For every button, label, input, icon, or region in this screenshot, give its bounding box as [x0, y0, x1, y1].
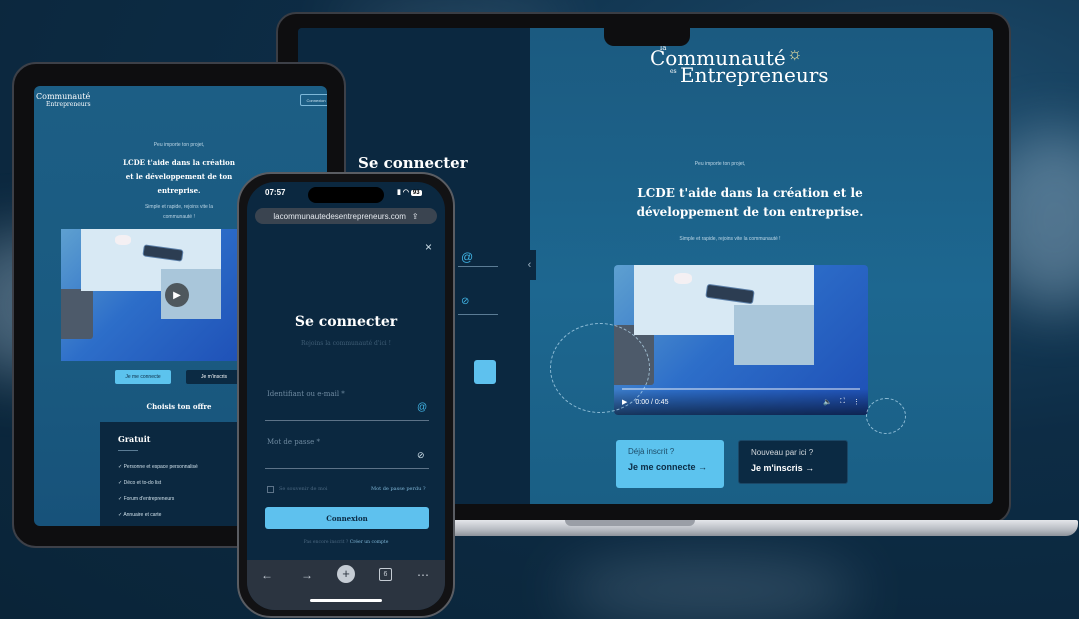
- promo-video[interactable]: ▶ 0:00 / 0:45 🔈 ⛶ ⋮: [614, 265, 868, 415]
- plan-divider: [118, 450, 138, 451]
- tablet-login-button[interactable]: Je me connecte: [115, 370, 171, 384]
- status-icons: ▮ ◠ 93: [397, 188, 422, 196]
- remember-label: Se souvenir de moi: [279, 486, 328, 492]
- logo-es: es: [670, 68, 677, 75]
- dynamic-island: [308, 187, 384, 203]
- video-laptop-shape: [61, 289, 93, 339]
- plan-feature: ✓ Personne et espace personnalisé: [118, 464, 198, 470]
- laptop-notch: [604, 28, 690, 46]
- lightbulb-sun-icon: ☼: [787, 44, 803, 63]
- more-options-icon[interactable]: ⋮: [853, 398, 860, 406]
- tablet-promo-video[interactable]: ▶: [61, 229, 251, 361]
- chevron-left-icon: ‹: [527, 259, 532, 271]
- phone-login-subtitle: Rejoins la communauté d'ici !: [300, 340, 392, 347]
- plan-feature: ✓ Forum d'entrepreneurs: [118, 496, 175, 502]
- video-time: 0:00 / 0:45: [635, 398, 669, 406]
- tablet-subline-1: Simple et rapide, rejoins vite la: [144, 204, 214, 210]
- login-title: Se connecter: [358, 154, 468, 172]
- video-desk-side-shape: [734, 305, 814, 365]
- hero-tagline: Peu importe ton projet,: [694, 161, 746, 167]
- password-label: Mot de passe *: [267, 438, 320, 446]
- background-cloud: [560, 560, 860, 619]
- plan-feature-text: Annuaire et carte: [123, 512, 162, 518]
- laptop-groove: [565, 520, 695, 526]
- collapse-panel-button[interactable]: ‹: [523, 250, 536, 280]
- fullscreen-icon[interactable]: ⛶: [840, 398, 845, 406]
- address-bar[interactable]: lacommunautedesentrepreneurs.com ⇪: [255, 208, 437, 224]
- share-icon[interactable]: ⇪: [412, 212, 419, 221]
- signup-card-label: Nouveau par ici ?: [751, 448, 814, 457]
- login-card-action: Je me connecte →: [628, 462, 708, 472]
- plan-feature: ✓ Déco et to-do list: [118, 480, 162, 486]
- plan-name: Gratuit: [118, 434, 151, 444]
- tablet-headline-1: LCDE t'aide dans la création: [123, 158, 235, 167]
- eye-slash-icon[interactable]: ⊘: [417, 450, 425, 461]
- plan-feature-text: Personne et espace personnalisé: [123, 464, 198, 470]
- phone-login-title: Se connecter: [294, 314, 398, 330]
- forgot-password-link[interactable]: Mot de passe perdu ?: [371, 486, 426, 492]
- login-card[interactable]: Déjà inscrit ? Je me connecte →: [616, 440, 724, 488]
- browser-toolbar: ← → + 6 ⋯: [247, 560, 445, 610]
- video-cup-shape: [115, 235, 131, 245]
- volume-icon[interactable]: 🔈: [823, 398, 832, 406]
- hero-panel: la Communauté es Entrepreneurs ☼ Peu imp…: [530, 28, 993, 504]
- back-icon[interactable]: ←: [261, 568, 273, 582]
- phone-screen: 07:57 ▮ ◠ 93 lacommunautedesentrepreneur…: [247, 182, 445, 610]
- video-controls: ▶ 0:00 / 0:45 🔈 ⛶ ⋮: [614, 389, 868, 415]
- phone-device: 07:57 ▮ ◠ 93 lacommunautedesentrepreneur…: [237, 172, 455, 618]
- password-input[interactable]: [265, 468, 429, 469]
- signal-icon: ▮: [397, 189, 401, 196]
- hero-headline-2: développement de ton entreprise.: [636, 205, 864, 219]
- close-icon[interactable]: ×: [425, 240, 432, 254]
- tablet-connect-button[interactable]: Connexion: [300, 94, 327, 106]
- video-cup-shape: [674, 273, 692, 284]
- signup-card[interactable]: Nouveau par ici ? Je m'inscris →: [738, 440, 848, 484]
- login-card-label: Déjà inscrit ?: [628, 447, 675, 456]
- decorative-dashed-loop: [550, 323, 650, 413]
- decorative-dashed-loop: [866, 398, 906, 434]
- register-prompt: Pas encore inscrit ?: [303, 540, 349, 545]
- tablet-logo: Communauté Entrepreneurs: [36, 92, 91, 108]
- at-icon: @: [417, 402, 428, 413]
- logo-line2: Entrepreneurs: [680, 63, 829, 87]
- plan-feature-text: Déco et to-do list: [123, 480, 162, 486]
- plan-feature: ✓ Annuaire et carte: [118, 512, 162, 518]
- password-field[interactable]: [458, 314, 498, 315]
- more-icon[interactable]: ⋯: [417, 568, 429, 582]
- wifi-icon: ◠: [402, 189, 409, 196]
- email-input[interactable]: [265, 420, 429, 421]
- register-link[interactable]: Créer un compte: [350, 540, 389, 545]
- tablet-tagline: Peu importe ton projet,: [153, 142, 205, 148]
- tablet-subline-2: communauté !: [163, 214, 195, 220]
- remember-checkbox[interactable]: [267, 486, 274, 493]
- login-submit-button[interactable]: [474, 360, 496, 384]
- register-row: Pas encore inscrit ? Créer un compte: [247, 540, 445, 545]
- tablet-signup-button[interactable]: Je m'inscris: [186, 370, 242, 384]
- url-text: lacommunautedesentrepreneurs.com: [273, 211, 406, 221]
- hero-subline: Simple et rapide, rejoins vite la commun…: [679, 236, 781, 242]
- battery-icon: 93: [410, 190, 422, 196]
- forward-icon[interactable]: →: [301, 568, 313, 582]
- new-tab-icon[interactable]: +: [337, 565, 355, 583]
- email-label: Identifiant ou e-mail *: [267, 390, 345, 398]
- tablet-logo-line2: Entrepreneurs: [46, 101, 91, 108]
- home-indicator: [310, 599, 382, 602]
- tabs-icon[interactable]: 6: [379, 568, 392, 581]
- hero-headline-1: LCDE t'aide dans la création et le: [637, 186, 863, 200]
- at-icon: @: [461, 250, 474, 264]
- play-icon[interactable]: ▶: [165, 283, 189, 307]
- plan-feature-text: Forum d'entrepreneurs: [123, 496, 175, 502]
- status-time: 07:57: [265, 188, 286, 197]
- login-submit-button[interactable]: Connexion: [265, 507, 429, 529]
- signup-card-action: Je m'inscris →: [751, 463, 815, 473]
- eye-slash-icon[interactable]: ⊘: [461, 296, 469, 307]
- email-field[interactable]: [458, 266, 498, 267]
- tablet-logo-line1: Communauté: [36, 92, 91, 101]
